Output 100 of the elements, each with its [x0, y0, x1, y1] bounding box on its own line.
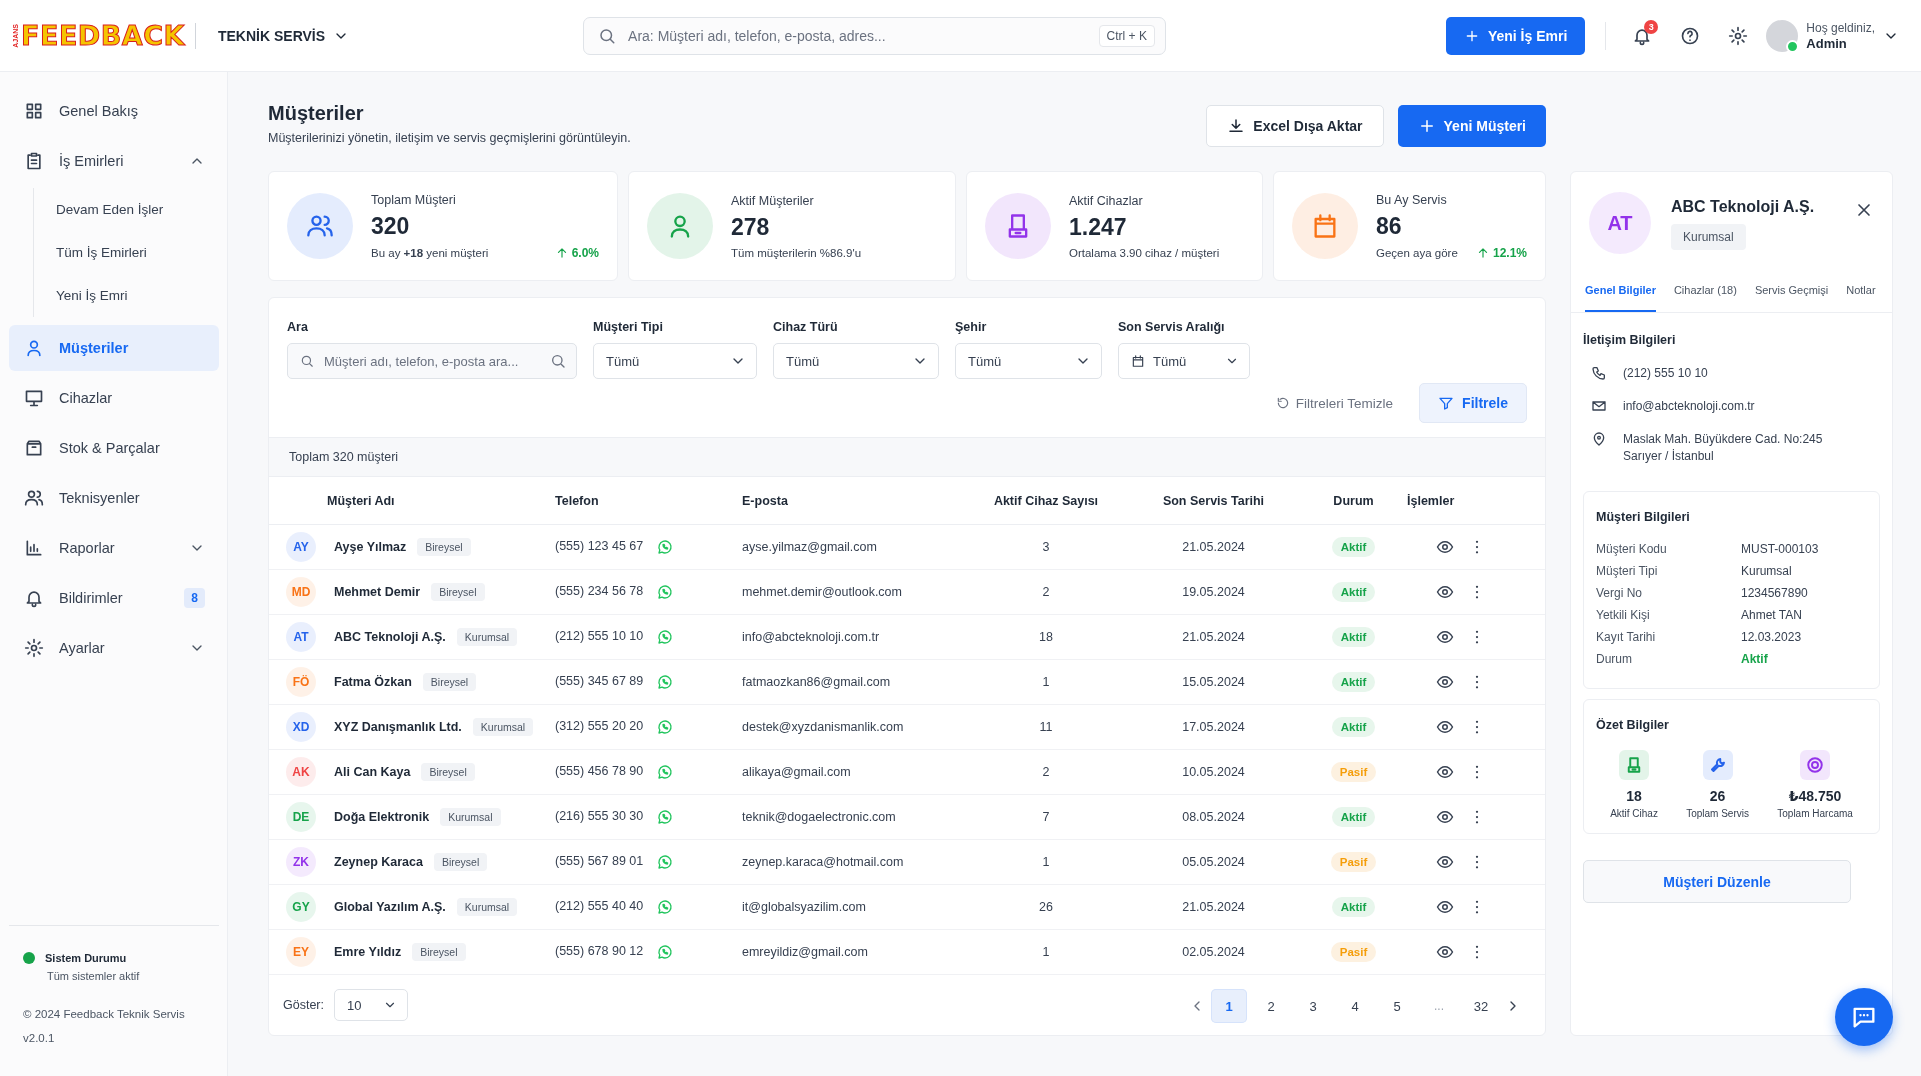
location-pin-icon — [1591, 431, 1607, 447]
avatar: ZK — [286, 847, 316, 877]
summary-value: 26 — [1709, 788, 1726, 804]
page-button[interactable]: 3 — [1295, 989, 1331, 1023]
search-input[interactable]: Ara: Müşteri adı, telefon, e-posta, adres... — [626, 26, 1089, 45]
sidebar-item[interactable]: Bildirimler 8 — [9, 575, 219, 621]
sidebar-item[interactable]: Ayarlar — [9, 625, 219, 671]
workspace-dropdown[interactable]: TEKNİK SERVİS — [211, 26, 356, 45]
customer-search-field[interactable]: Müşteri adı, telefon, e-posta ara... — [287, 343, 577, 379]
stat-note: Ortalama 3.90 cihaz / müşteri — [1069, 246, 1220, 259]
greeting: Hoş geldiniz, — [1806, 20, 1875, 36]
eye-icon[interactable] — [1436, 808, 1454, 826]
column-header: Telefon — [554, 477, 741, 525]
page-button[interactable]: 4 — [1337, 989, 1373, 1023]
sidebar-item[interactable]: Genel Bakış — [9, 88, 219, 134]
chart-icon — [24, 538, 44, 558]
stat-value: 1.247 — [1069, 213, 1128, 241]
customer-name[interactable]: XYZ Danışmanlık Ltd. — [334, 720, 462, 734]
table-cell: 1 — [966, 659, 1126, 705]
search-icon[interactable] — [550, 353, 566, 369]
customer-name[interactable]: Zeynep Karaca — [334, 855, 423, 869]
tab[interactable]: Genel Bilgiler — [1585, 280, 1656, 312]
type-tag: Kurumsal — [456, 898, 518, 916]
avatar: AT — [286, 622, 316, 652]
stat-value: 86 — [1376, 212, 1403, 240]
section-title: Müşteri Bilgileri — [1596, 510, 1691, 524]
system-status-title: Sistem Durumu — [45, 952, 127, 964]
tab[interactable]: Cihazlar (18) — [1673, 280, 1737, 312]
eye-icon[interactable] — [1436, 763, 1454, 781]
page-button[interactable]: 1 — [1211, 989, 1247, 1023]
eye-icon[interactable] — [1436, 943, 1454, 961]
sidebar-item[interactable]: Müşteriler — [9, 325, 219, 371]
search-input[interactable]: Müşteri adı, telefon, e-posta ara... — [322, 352, 542, 370]
new-work-order-button[interactable]: Yeni İş Emri — [1445, 16, 1586, 55]
customer-name[interactable]: Fatma Özkan — [334, 675, 412, 689]
sidebar-subitem[interactable]: Tüm İş Emirleri — [56, 231, 219, 274]
info-value: MUST-000103 — [1741, 542, 1819, 556]
avatar: FÖ — [286, 667, 316, 697]
select-dropdown[interactable]: Tümü — [593, 343, 757, 379]
edit-customer-button[interactable]: Müşteri Düzenle — [1583, 860, 1851, 903]
page-button[interactable]: 32 — [1463, 989, 1499, 1023]
date-range-dropdown[interactable]: Tümü — [1118, 343, 1250, 379]
type-tag: Kurumsal — [456, 628, 518, 646]
search-field[interactable]: Ara: Müşteri adı, telefon, e-posta, adres... Ctrl + K — [583, 16, 1166, 55]
eye-icon[interactable] — [1436, 853, 1454, 871]
select-dropdown[interactable]: Tümü — [955, 343, 1102, 379]
sidebar-subitem[interactable]: Yeni İş Emri — [56, 274, 219, 317]
export-button[interactable]: Excel Dışa Aktar — [1206, 105, 1384, 147]
copyright: © 2024 Feedback Teknik Servis — [23, 1008, 186, 1020]
grid-icon — [24, 101, 44, 121]
download-icon — [1227, 117, 1246, 135]
page-button[interactable]: 2 — [1253, 989, 1289, 1023]
sidebar-item[interactable]: İş Emirleri — [9, 138, 219, 184]
stat-note: Geçen aya göre — [1376, 246, 1458, 259]
table-cell: 1 — [966, 929, 1126, 975]
page-size-dropdown[interactable]: 10 — [334, 989, 408, 1021]
customer-name[interactable]: Mehmet Demir — [334, 585, 421, 599]
sidebar-item[interactable]: Stok & Parçalar — [9, 425, 219, 471]
table-cell: 18 — [966, 614, 1126, 660]
stat-note: Tüm müşterilerin %86.9'u — [731, 246, 862, 259]
notifications-button[interactable]: 3 — [1626, 19, 1659, 52]
monitor-icon — [24, 388, 44, 408]
info-label: Vergi No — [1596, 586, 1644, 600]
filter-button[interactable]: Filtrele — [1419, 383, 1527, 423]
eye-icon[interactable] — [1436, 538, 1454, 556]
column-header: Aktif Cihaz Sayısı — [966, 477, 1126, 525]
customer-name[interactable]: Ayşe Yılmaz — [334, 540, 407, 554]
eye-icon[interactable] — [1436, 673, 1454, 691]
type-tag: Bireysel — [433, 853, 488, 871]
column-header: Durum — [1301, 477, 1406, 525]
customer-name[interactable]: Doğa Elektronik — [334, 810, 430, 824]
clear-filters-button[interactable]: Filtreleri Temizle — [1269, 394, 1400, 412]
stat-title: Aktif Cihazlar — [1069, 193, 1144, 208]
type-tag: Bireysel — [417, 538, 471, 556]
customer-name[interactable]: Global Yazılım A.Ş. — [334, 900, 446, 914]
sidebar-item[interactable]: Cihazlar — [9, 375, 219, 421]
sidebar-item[interactable]: Teknisyenler — [9, 475, 219, 521]
eye-icon[interactable] — [1436, 898, 1454, 916]
customer-name[interactable]: Emre Yıldız — [334, 945, 402, 959]
select-dropdown[interactable]: Tümü — [773, 343, 939, 379]
customer-name[interactable]: Ali Can Kaya — [334, 765, 411, 779]
table-cell: alikaya@gmail.com — [741, 749, 966, 795]
status-badge: Aktif — [1331, 537, 1376, 557]
tab[interactable]: Servis Geçmişi — [1754, 280, 1829, 312]
customer-name[interactable]: ABC Teknoloji A.Ş. — [334, 630, 446, 644]
sidebar-item[interactable]: Raporlar — [9, 525, 219, 571]
table-cell: 10.05.2024 — [1126, 749, 1301, 795]
tab[interactable]: Notlar — [1846, 280, 1876, 312]
summary-label: Toplam Servis — [1686, 808, 1749, 819]
filter-label: Müşteri Tipi — [593, 320, 664, 334]
new-customer-button[interactable]: Yeni Müşteri — [1397, 105, 1546, 147]
eye-icon[interactable] — [1436, 718, 1454, 736]
table-cell: 02.05.2024 — [1126, 929, 1301, 975]
eye-icon[interactable] — [1436, 583, 1454, 601]
sidebar-subitem[interactable]: Devam Eden İşler — [56, 188, 219, 231]
eye-icon[interactable] — [1436, 628, 1454, 646]
page-button[interactable]: 5 — [1379, 989, 1415, 1023]
table-cell: 19.05.2024 — [1126, 569, 1301, 615]
page-title: Müşteriler — [268, 102, 365, 125]
table-cell: (555) 123 45 67 — [555, 539, 644, 554]
